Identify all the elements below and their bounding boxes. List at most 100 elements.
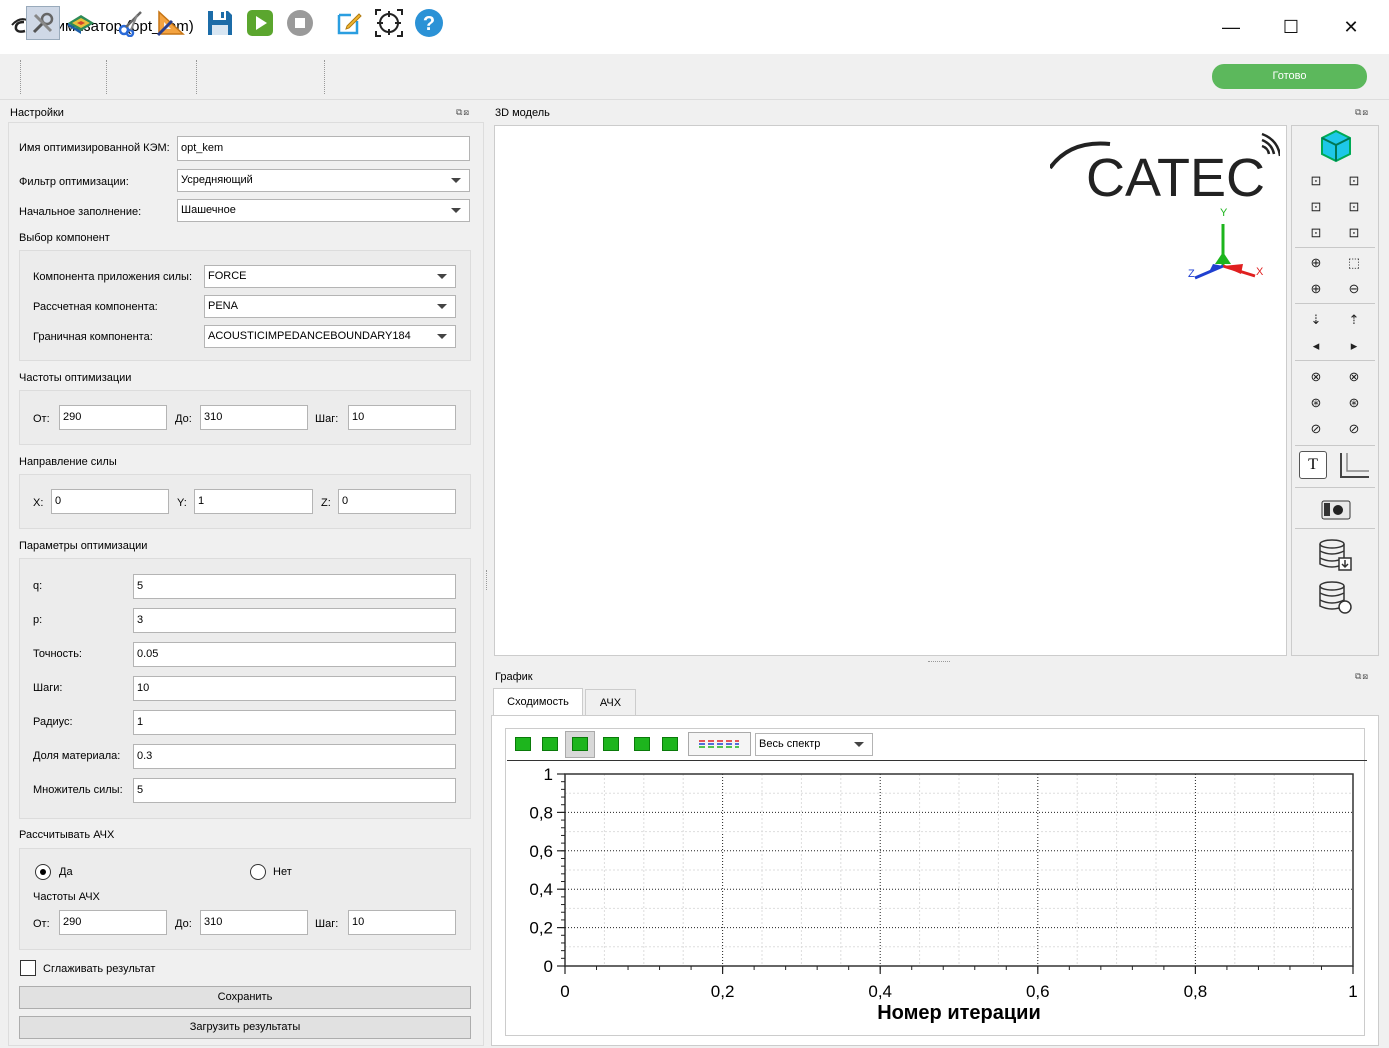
- save-button[interactable]: Сохранить: [19, 986, 471, 1009]
- rotate-x-ccw-icon[interactable]: ⊗: [1305, 366, 1327, 388]
- dir-x-input[interactable]: 0: [51, 489, 169, 514]
- dir-y-input[interactable]: 1: [194, 489, 313, 514]
- load-results-button[interactable]: Загрузить результаты: [19, 1016, 471, 1039]
- afc-to-input[interactable]: 310: [200, 910, 308, 935]
- close-button[interactable]: ✕: [1328, 10, 1374, 44]
- pan-right-icon[interactable]: ▸: [1343, 335, 1365, 357]
- rotate-y-ccw-icon[interactable]: ⊛: [1305, 392, 1327, 414]
- afc-step-input[interactable]: 10: [348, 910, 456, 935]
- dir-z-input[interactable]: 0: [338, 489, 456, 514]
- radius-label: Радиус:: [33, 716, 73, 728]
- chart-autoscale-icon[interactable]: [572, 737, 588, 751]
- minimize-button[interactable]: —: [1208, 10, 1254, 44]
- steps-label: Шаги:: [33, 682, 63, 694]
- dock-float-close-icon[interactable]: ⧉⊠: [1355, 107, 1383, 119]
- spectrum-select[interactable]: Весь спектр: [755, 733, 873, 756]
- material-input[interactable]: 0.3: [133, 744, 456, 769]
- dock-float-close-icon[interactable]: ⧉⊠: [1355, 671, 1383, 683]
- cut-icon[interactable]: [114, 6, 148, 40]
- pan-left-icon[interactable]: ◂: [1305, 335, 1327, 357]
- right-view-icon[interactable]: ⊡: [1343, 196, 1365, 218]
- bottom-view-icon[interactable]: ⊡: [1343, 222, 1365, 244]
- calc-component-select[interactable]: PENA: [204, 295, 456, 318]
- splitter-handle[interactable]: [486, 570, 489, 590]
- edit-icon[interactable]: [332, 6, 366, 40]
- force-mult-input[interactable]: 5: [133, 778, 456, 803]
- p-input[interactable]: 3: [133, 608, 456, 633]
- rotate-y-cw-icon[interactable]: ⊛: [1343, 392, 1365, 414]
- text-label-icon[interactable]: T: [1299, 451, 1327, 479]
- legend-toggle-button[interactable]: [688, 732, 751, 756]
- toolbar-grip[interactable]: [20, 60, 23, 94]
- dir-x-label: X:: [33, 497, 44, 509]
- toolbar-separator: [1295, 445, 1375, 446]
- afc-yes-radio[interactable]: [35, 864, 51, 880]
- status-badge: Готово: [1212, 64, 1367, 89]
- chart-move-icon[interactable]: [603, 737, 619, 751]
- fill-select[interactable]: Шашечное: [177, 199, 470, 222]
- tab-afc[interactable]: АЧХ: [585, 689, 636, 715]
- help-icon[interactable]: ?: [412, 6, 446, 40]
- svg-text:?: ?: [423, 13, 435, 35]
- toolbar-separator: [1295, 247, 1375, 248]
- toolbar-separator: [1295, 487, 1375, 488]
- splitter-handle[interactable]: [928, 661, 950, 663]
- back-view-icon[interactable]: ⊡: [1343, 170, 1365, 192]
- run-icon[interactable]: [243, 6, 277, 40]
- zoom-in-icon[interactable]: ⊕: [1305, 278, 1327, 300]
- zoom-box-icon[interactable]: ⬚: [1343, 252, 1365, 274]
- accuracy-input[interactable]: 0.05: [133, 642, 456, 667]
- rotate-z-cw-icon[interactable]: ⊘: [1343, 418, 1365, 440]
- toolbar-separator: [106, 60, 108, 94]
- afc-from-input[interactable]: 290: [59, 910, 167, 935]
- maximize-button[interactable]: ☐: [1268, 10, 1314, 44]
- left-view-icon[interactable]: ⊡: [1305, 196, 1327, 218]
- filter-select[interactable]: Усредняющий: [177, 169, 470, 192]
- top-view-icon[interactable]: ⊡: [1305, 222, 1327, 244]
- chart-tool-1-icon[interactable]: [515, 737, 531, 751]
- chart-reset-icon[interactable]: [662, 737, 678, 751]
- force-component-select[interactable]: FORCE: [204, 265, 456, 288]
- fill-label: Начальное заполнение:: [19, 206, 142, 218]
- toolbar-separator: [196, 60, 198, 94]
- boundary-component-value: ACOUSTICIMPEDANCEBOUNDARY184: [208, 330, 411, 342]
- q-input[interactable]: 5: [133, 574, 456, 599]
- database-refresh-icon[interactable]: [1317, 580, 1355, 616]
- axes-toggle-icon[interactable]: [1337, 451, 1371, 481]
- zoom-out-icon[interactable]: ⊖: [1343, 278, 1365, 300]
- freq-step-label: Шаг:: [315, 413, 339, 425]
- material-label: Доля материала:: [33, 750, 121, 762]
- freq-to-input[interactable]: 310: [200, 405, 308, 430]
- pan-up-icon[interactable]: ⇡: [1343, 309, 1365, 331]
- dock-float-close-icon[interactable]: ⧉⊠: [456, 107, 484, 119]
- smooth-checkbox[interactable]: [20, 960, 36, 976]
- iso-view-cube-icon[interactable]: [1318, 128, 1354, 164]
- settings-icon[interactable]: [26, 6, 60, 40]
- geometry-icon[interactable]: [154, 6, 188, 40]
- stop-icon[interactable]: [283, 6, 317, 40]
- database-export-icon[interactable]: [1317, 538, 1355, 574]
- tab-convergence[interactable]: Сходимость: [493, 688, 583, 716]
- afc-no-radio[interactable]: [250, 864, 266, 880]
- rotate-x-cw-icon[interactable]: ⊗: [1343, 366, 1365, 388]
- zoom-fit-icon[interactable]: ⊕: [1305, 252, 1327, 274]
- front-view-icon[interactable]: ⊡: [1305, 170, 1327, 192]
- chart-fit-icon[interactable]: [634, 737, 650, 751]
- save-icon[interactable]: [203, 6, 237, 40]
- chart-zoom-icon[interactable]: [542, 737, 558, 751]
- radius-input[interactable]: 1: [133, 710, 456, 735]
- freq-section-title: Частоты оптимизации: [19, 372, 132, 384]
- boundary-component-select[interactable]: ACOUSTICIMPEDANCEBOUNDARY184: [204, 325, 456, 348]
- steps-input[interactable]: 10: [133, 676, 456, 701]
- target-icon[interactable]: [372, 6, 406, 40]
- catec-logo: CATEC: [1048, 130, 1282, 208]
- pan-down-icon[interactable]: ⇣: [1305, 309, 1327, 331]
- freq-from-input[interactable]: 290: [59, 405, 167, 430]
- freq-step-input[interactable]: 10: [348, 405, 456, 430]
- rotate-z-ccw-icon[interactable]: ⊘: [1305, 418, 1327, 440]
- params-section-title: Параметры оптимизации: [19, 540, 148, 552]
- model-icon[interactable]: [64, 6, 98, 40]
- screenshot-camera-icon[interactable]: [1321, 498, 1351, 520]
- kem-name-input[interactable]: opt_kem: [177, 136, 470, 161]
- x-tick-label: 0: [560, 982, 569, 1001]
